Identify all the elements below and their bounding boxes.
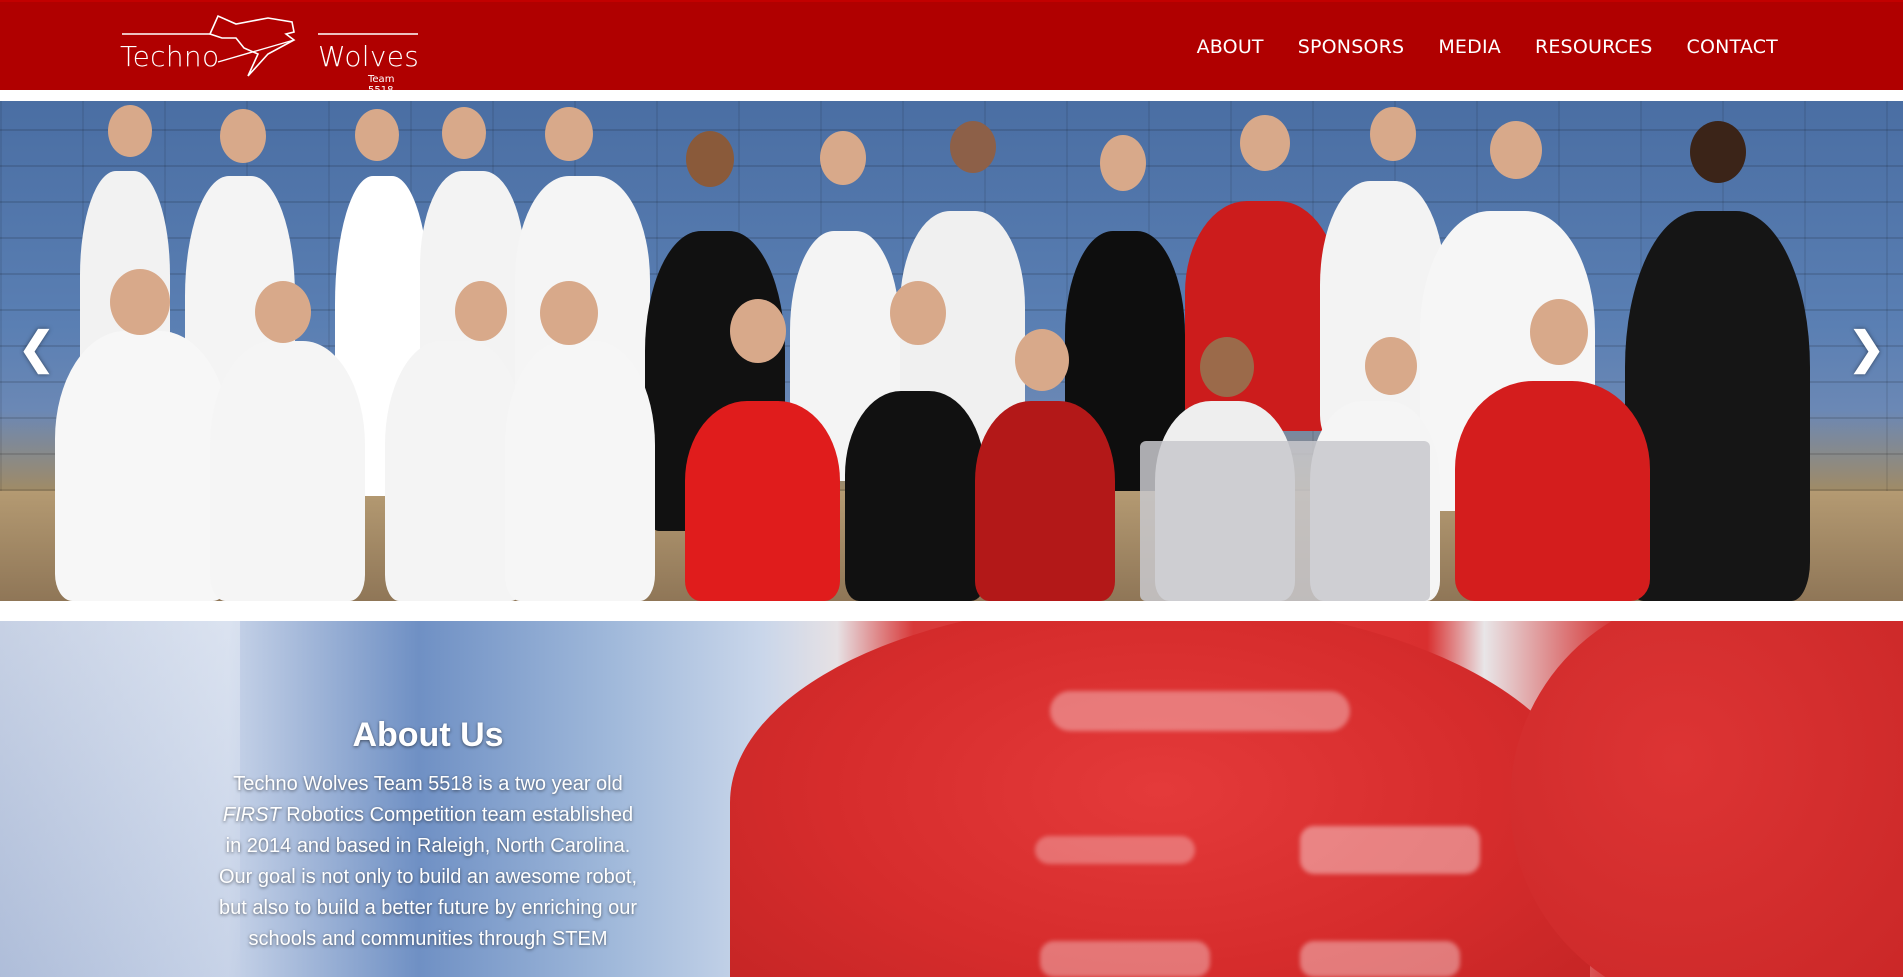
logo-word-wolves: Wolves xyxy=(318,40,420,73)
photo-figure xyxy=(210,341,365,601)
about-text-part: Techno Wolves Team 5518 is a two year ol… xyxy=(233,773,623,795)
photo-figure xyxy=(1625,211,1810,601)
photo-head xyxy=(1530,299,1588,365)
background-blur xyxy=(0,621,240,977)
photo-head xyxy=(1240,115,1290,171)
nav-link-about[interactable]: ABOUT xyxy=(1197,36,1264,58)
site-header: Techno Wolves Team 5518 ABOUT SPONSORS M… xyxy=(0,0,1903,96)
photo-head xyxy=(1690,121,1746,183)
photo-head xyxy=(820,131,866,185)
photo-head xyxy=(1100,135,1146,191)
background-shirt-print xyxy=(1050,691,1350,731)
photo-head xyxy=(355,109,399,161)
about-section: About Us Techno Wolves Team 5518 is a tw… xyxy=(0,621,1903,977)
photo-head xyxy=(545,107,593,161)
background-red-shirt xyxy=(730,621,1590,977)
photo-head xyxy=(1370,107,1416,161)
about-paragraph: Techno Wolves Team 5518 is a two year ol… xyxy=(218,769,638,955)
photo-figure xyxy=(55,331,230,601)
nav-link-resources[interactable]: RESOURCES xyxy=(1535,36,1653,58)
main-nav: ABOUT SPONSORS MEDIA RESOURCES CONTACT xyxy=(1197,36,1778,58)
about-text-part: Robotics Competition team established in… xyxy=(218,804,638,950)
photo-head xyxy=(1015,329,1069,391)
photo-figure xyxy=(845,391,985,601)
photo-head xyxy=(442,107,486,159)
photo-head xyxy=(1490,121,1542,179)
about-title: About Us xyxy=(352,716,504,754)
robot-figure xyxy=(1140,441,1430,601)
photo-head xyxy=(540,281,598,345)
hero-slider: ❮ ❯ xyxy=(0,101,1903,601)
photo-head xyxy=(686,131,734,187)
photo-head xyxy=(950,121,996,173)
photo-figure xyxy=(1185,201,1340,431)
photo-head xyxy=(730,299,786,363)
photo-figure xyxy=(1455,381,1650,601)
photo-head xyxy=(255,281,311,343)
background-shirt-print xyxy=(1035,836,1195,864)
photo-head xyxy=(110,269,170,335)
slider-next-button[interactable]: ❯ xyxy=(1848,327,1885,371)
photo-head xyxy=(1365,337,1417,395)
photo-figure xyxy=(685,401,840,601)
background-shirt-print xyxy=(1300,826,1480,874)
logo-word-techno: Techno xyxy=(120,40,220,73)
photo-head xyxy=(1200,337,1254,397)
nav-link-media[interactable]: MEDIA xyxy=(1438,36,1501,58)
photo-head xyxy=(108,105,152,157)
photo-head xyxy=(220,109,266,163)
nav-link-contact[interactable]: CONTACT xyxy=(1686,36,1778,58)
photo-figure xyxy=(385,341,525,601)
photo-figure xyxy=(505,341,655,601)
background-shirt-print xyxy=(1300,941,1460,977)
nav-link-sponsors[interactable]: SPONSORS xyxy=(1298,36,1405,58)
photo-head xyxy=(455,281,507,341)
slider-prev-button[interactable]: ❮ xyxy=(18,327,55,371)
about-text-emphasis: FIRST xyxy=(222,804,281,826)
background-shirt-print xyxy=(1040,941,1210,977)
techno-wolves-logo[interactable]: Techno Wolves Team 5518 xyxy=(118,14,420,96)
about-content: About Us Techno Wolves Team 5518 is a tw… xyxy=(218,716,638,955)
background-red-shirt xyxy=(1510,621,1903,977)
photo-figure xyxy=(975,401,1115,601)
logo-team-number: Team 5518 xyxy=(368,74,395,96)
photo-head xyxy=(890,281,946,345)
